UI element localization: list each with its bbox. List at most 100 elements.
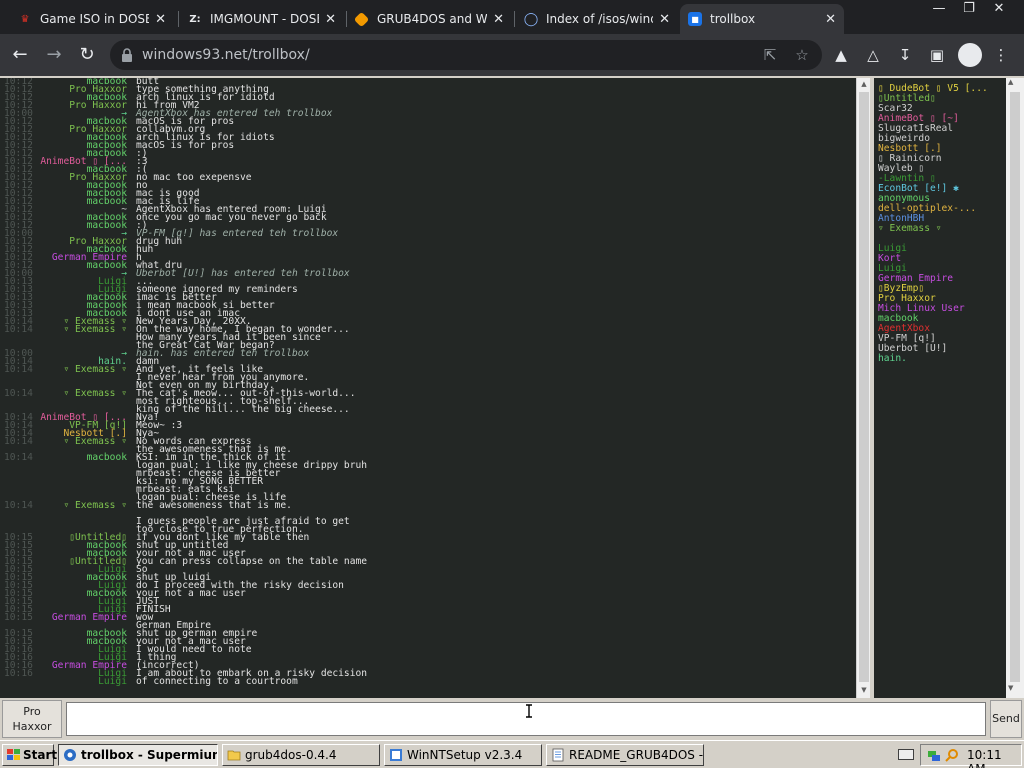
message-nick[interactable]: macbook — [87, 453, 127, 463]
chat-message: 10:15 macbook your not a mac user — [0, 589, 856, 599]
trollbox-icon: ■ — [688, 12, 702, 26]
chat-message: king of the hill... the big cheese... — [0, 405, 856, 415]
chat-message: 10:00 → AgentXbox has entered teh trollbox — [0, 109, 856, 119]
user-list-item[interactable]: EconBot [e!] ✱ — [878, 184, 959, 194]
user-list-item[interactable]: Kort — [878, 254, 901, 264]
tab-index-of-isos[interactable]: ◯ Index of /isos/windo ✕ — [516, 4, 678, 34]
message-nick[interactable]: ▿ Exemass ▿ — [63, 501, 127, 511]
user-list-item[interactable]: bigweirdo — [878, 134, 930, 144]
back-arrow-icon[interactable]: ← — [8, 43, 32, 67]
user-list-item[interactable]: VP-FM [q!] — [878, 334, 936, 344]
scroll-up-arrow-icon[interactable]: ▲ — [857, 78, 871, 91]
tab-grub4dos[interactable]: GRUB4DOS and Wi ✕ — [348, 4, 512, 34]
close-icon[interactable]: ✕ — [155, 12, 166, 27]
user-list-item[interactable]: anonymous — [878, 194, 930, 204]
user-list-item[interactable]: ▯ByzEmp▯ — [878, 284, 924, 294]
user-list-item[interactable]: Pro Haxxor — [878, 294, 936, 304]
send-button[interactable]: Send — [990, 700, 1022, 738]
close-window-icon[interactable]: ✕ — [982, 0, 1016, 18]
lock-icon — [122, 48, 132, 62]
minimize-icon[interactable]: — — [922, 0, 956, 18]
extensions-puzzle-icon[interactable]: ▲ — [830, 44, 852, 66]
user-list-item[interactable]: SlugcatIsReal — [878, 124, 953, 134]
user-list-item[interactable]: AntonHBH — [878, 214, 924, 224]
user-list-item[interactable]: Nesbott [.] — [878, 144, 942, 154]
tab-game-iso[interactable]: ♛ Game ISO in DOSBo ✕ — [10, 4, 174, 34]
menu-kebab-icon[interactable]: ⋮ — [990, 44, 1012, 66]
chat-message: 10:12 macbook:( — [0, 165, 856, 175]
close-icon[interactable]: ✕ — [325, 12, 336, 27]
user-list-item[interactable]: Wayleb ▯ — [878, 164, 924, 174]
chat-message: 10:12 macbook:) — [0, 221, 856, 231]
message-nick[interactable]: Pro Haxxor — [69, 101, 127, 111]
user-list-item[interactable]: -Lawntin ▯ — [878, 174, 936, 184]
chat-message: I never hear from you anymore. — [0, 373, 856, 383]
chat-log[interactable]: 10:12 macbook butt 10:12 Pro Haxxor type some… — [0, 78, 856, 698]
taskbar: Start trollbox - Supermium grub4dos-0.4.… — [0, 740, 1024, 768]
scroll-up-arrow-icon[interactable]: ▲ — [1008, 78, 1013, 86]
profile-avatar-icon[interactable] — [958, 43, 982, 67]
user-list-item[interactable]: ▿ Exemass ▿ — [878, 224, 942, 234]
close-icon[interactable]: ✕ — [825, 12, 836, 27]
chat-message: 10:13 macbook imac is better — [0, 293, 856, 303]
network-icon[interactable] — [927, 749, 941, 762]
chat-scroll-thumb[interactable] — [859, 92, 869, 682]
user-list-item[interactable]: Luigi — [878, 244, 907, 254]
chat-message: 10:15 Luigi do I proceed with the risky de… — [0, 581, 856, 591]
search-icon[interactable] — [945, 749, 959, 762]
task-grub4dos-folder[interactable]: grub4dos-0.4.4 — [222, 744, 380, 766]
chat-message: 10:15 ▯Untitled▯ you can press collapse on… — [0, 557, 856, 567]
address-bar[interactable]: windows93.net/trollbox/ ⇱ ☆ — [110, 40, 822, 70]
user-scroll-thumb[interactable] — [1010, 92, 1020, 682]
keyboard-icon[interactable] — [898, 749, 914, 760]
forward-arrow-icon[interactable]: → — [42, 43, 66, 67]
user-list-item[interactable]: Scar32 — [878, 104, 913, 114]
chat-message: 10:14 Nesbott [.] Nya~ — [0, 429, 856, 439]
user-list-item[interactable]: AgentXbox — [878, 324, 930, 334]
message-nick[interactable]: ▿ Exemass ▿ — [63, 389, 127, 399]
scroll-down-arrow-icon[interactable]: ▼ — [1008, 684, 1013, 692]
chat-message: 10:14 hain. damn — [0, 357, 856, 367]
task-winntsetup[interactable]: WinNTSetup v2.3.4 — [384, 744, 542, 766]
message-nick[interactable]: ▿ Exemass ▿ — [63, 437, 127, 447]
restore-icon[interactable]: ❐ — [952, 0, 986, 18]
message-nick[interactable]: German Empire — [52, 613, 127, 623]
user-list-item[interactable]: hain. — [878, 354, 907, 364]
chat-message: 10:14 ▿ Exemass ▿ No words can express — [0, 437, 856, 447]
reload-icon[interactable]: ↻ — [75, 43, 99, 67]
chat-message: 10:14 ▿ Exemass ▿ New Years Day, 20XX. — [0, 317, 856, 327]
user-list-scrollbar[interactable]: ▲ ▼ — [1006, 78, 1024, 698]
tab-trollbox[interactable]: ■ trollbox ✕ — [680, 4, 844, 34]
chat-message: 10:13 Luigi... — [0, 277, 856, 287]
nickname-button[interactable]: Pro Haxxor — [2, 700, 62, 738]
user-list-item[interactable]: Mich Linux User — [878, 304, 965, 314]
flask-icon[interactable]: △ — [862, 44, 884, 66]
start-button[interactable]: Start — [2, 744, 57, 766]
user-list-item[interactable]: macbook — [878, 314, 918, 324]
chat-message: 10:15 macbook your not a mac user — [0, 549, 856, 559]
user-list-item[interactable]: dell-optiplex-... — [878, 204, 976, 214]
task-readme-grub4dos[interactable]: README_GRUB4DOS - ... — [546, 744, 704, 766]
task-trollbox-supermium[interactable]: trollbox - Supermium — [58, 744, 218, 766]
chat-message: 10:15 German Empire wow — [0, 613, 856, 623]
message-nick[interactable]: Luigi — [98, 677, 127, 687]
user-list-item[interactable]: German Empire — [878, 274, 953, 284]
side-panel-icon[interactable]: ▣ — [926, 44, 948, 66]
bookmark-star-icon[interactable]: ☆ — [792, 45, 812, 65]
user-list-item[interactable]: ▯ DudeBot ▯ V5 [... — [878, 84, 988, 94]
chat-message: 10:13 macbook i mean macbook si better — [0, 301, 856, 311]
user-list-item[interactable]: Uberbot [U!] — [878, 344, 947, 354]
message-nick[interactable]: ▿ Exemass ▿ — [63, 325, 127, 335]
close-icon[interactable]: ✕ — [493, 12, 504, 27]
message-nick[interactable]: ▿ Exemass ▿ — [63, 365, 127, 375]
user-list-item[interactable]: ▯ Rainicorn — [878, 154, 942, 164]
tab-imgmount[interactable]: Z: IMGMOUNT - DOSBo ✕ — [180, 4, 344, 34]
user-list-item[interactable]: AnimeBot ▯ [~] — [878, 114, 959, 124]
download-icon[interactable]: ↧ — [894, 44, 916, 66]
close-icon[interactable]: ✕ — [659, 12, 670, 27]
user-list-item[interactable]: Luigi — [878, 264, 907, 274]
chat-scrollbar[interactable]: ▲ ▼ — [856, 78, 870, 698]
scroll-down-arrow-icon[interactable]: ▼ — [857, 684, 871, 697]
user-list-item[interactable]: ▯Untitled▯ — [878, 94, 936, 104]
share-icon[interactable]: ⇱ — [760, 45, 780, 65]
